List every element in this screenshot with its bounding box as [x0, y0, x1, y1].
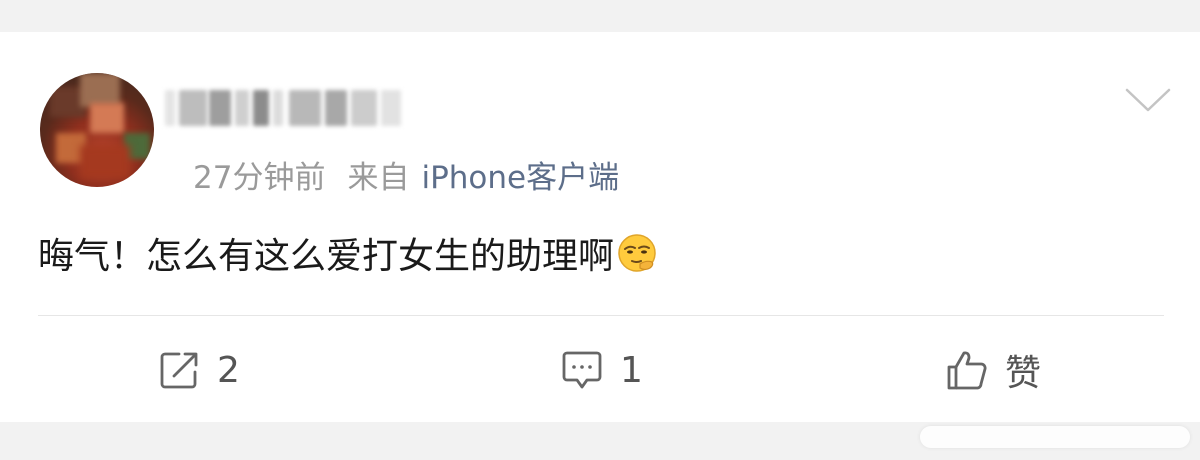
thinking-face-emoji — [618, 234, 656, 272]
post-text: 晦气！怎么有这么爱打女生的助理啊 — [38, 236, 615, 277]
repost-icon — [160, 352, 198, 389]
avatar[interactable] — [40, 73, 154, 187]
comment-button[interactable]: 1 — [558, 342, 643, 398]
scroll-indicator[interactable] — [920, 426, 1190, 448]
post-time: 27分钟前 — [193, 160, 326, 196]
post-meta: 27分钟前 来自 iPhone客户端 — [193, 158, 619, 198]
repost-count: 2 — [217, 349, 240, 391]
thumbs-up-icon — [947, 351, 987, 390]
repost-button[interactable]: 2 — [155, 342, 240, 398]
source-link[interactable]: iPhone客户端 — [421, 160, 619, 196]
like-label: 赞 — [1005, 353, 1042, 394]
username-blurred[interactable] — [165, 86, 415, 130]
chevron-down-icon[interactable] — [1124, 86, 1172, 114]
source-label: 来自 — [347, 160, 410, 196]
top-background — [0, 0, 1200, 32]
comment-count: 1 — [620, 349, 643, 391]
divider — [38, 315, 1164, 316]
like-button[interactable]: 赞 — [943, 342, 1041, 398]
comment-icon — [562, 351, 602, 389]
post-content: 晦气！怎么有这么爱打女生的助理啊 — [38, 232, 658, 282]
